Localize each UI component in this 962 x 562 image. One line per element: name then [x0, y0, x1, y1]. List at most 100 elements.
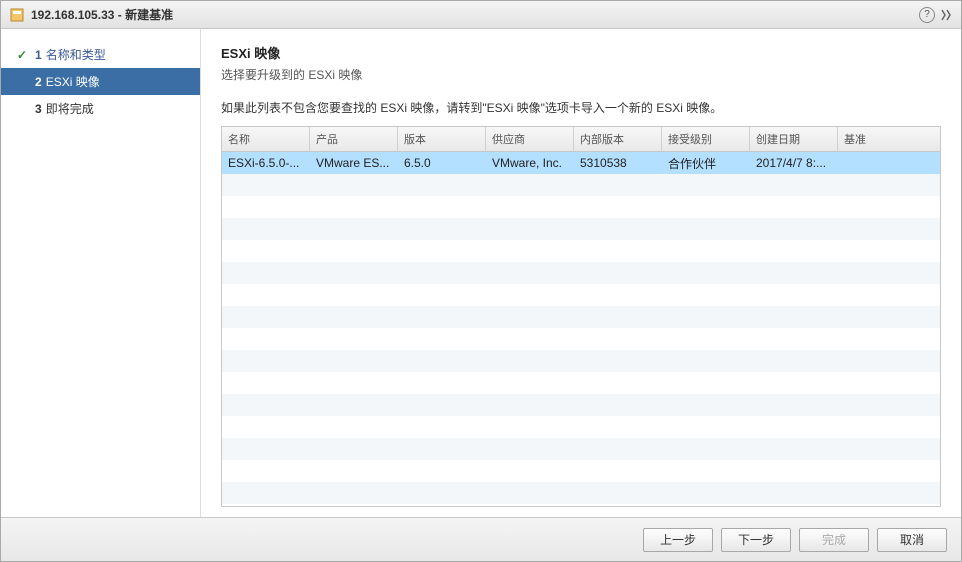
table-cell: [662, 424, 750, 430]
table-cell: 合作伙伴: [662, 152, 750, 175]
table-cell: [750, 226, 838, 232]
table-cell: [574, 204, 662, 210]
table-cell: [486, 336, 574, 342]
table-cell: [574, 380, 662, 386]
table-cell: [398, 424, 486, 430]
table-cell: [750, 336, 838, 342]
table-cell: [838, 226, 940, 232]
col-name[interactable]: 名称: [222, 127, 310, 151]
table-cell: [310, 402, 398, 408]
table-cell: [398, 336, 486, 342]
expand-icon[interactable]: [939, 8, 953, 22]
col-version[interactable]: 版本: [398, 127, 486, 151]
help-icon[interactable]: ?: [919, 7, 935, 23]
table-cell: [310, 380, 398, 386]
table-cell: [750, 270, 838, 276]
table-cell: [750, 402, 838, 408]
table-row[interactable]: [222, 438, 940, 460]
window-title: 192.168.105.33 - 新建基准: [31, 6, 919, 23]
table-cell: [574, 336, 662, 342]
table-row[interactable]: [222, 504, 940, 506]
col-baseline[interactable]: 基准: [838, 127, 940, 151]
table-row[interactable]: [222, 306, 940, 328]
table-cell: [222, 336, 310, 342]
table-cell: [486, 446, 574, 452]
table-cell: [310, 314, 398, 320]
section-subheading: 选择要升级到的 ESXi 映像: [221, 66, 941, 83]
table-cell: [574, 490, 662, 496]
table-cell: [838, 336, 940, 342]
col-product[interactable]: 产品: [310, 127, 398, 151]
table-cell: [486, 490, 574, 496]
table-cell: [574, 292, 662, 298]
wizard-step-name-type[interactable]: ✓ 1 名称和类型: [1, 41, 200, 68]
table-cell: [486, 380, 574, 386]
table-row[interactable]: [222, 262, 940, 284]
table-cell: [222, 424, 310, 430]
table-cell: [398, 182, 486, 188]
table-row[interactable]: [222, 372, 940, 394]
table-cell: [222, 204, 310, 210]
table-cell: [662, 270, 750, 276]
table-row[interactable]: [222, 416, 940, 438]
col-build[interactable]: 内部版本: [574, 127, 662, 151]
table-cell: [486, 226, 574, 232]
table-cell: ESXi-6.5.0-...: [222, 153, 310, 173]
table-cell: [486, 204, 574, 210]
table-cell: [750, 424, 838, 430]
col-acceptance[interactable]: 接受级别: [662, 127, 750, 151]
table-cell: [838, 204, 940, 210]
table-row[interactable]: [222, 174, 940, 196]
table-cell: [398, 490, 486, 496]
col-vendor[interactable]: 供应商: [486, 127, 574, 151]
table-cell: [662, 248, 750, 254]
table-cell: [838, 314, 940, 320]
table-cell: [838, 270, 940, 276]
table-cell: [398, 314, 486, 320]
table-row[interactable]: [222, 284, 940, 306]
table-cell: [310, 446, 398, 452]
table-row[interactable]: [222, 218, 940, 240]
step-number: 2: [35, 75, 42, 89]
table-cell: [486, 314, 574, 320]
table-row[interactable]: ESXi-6.5.0-...VMware ES...6.5.0VMware, I…: [222, 152, 940, 174]
table-cell: [574, 226, 662, 232]
table-cell: [310, 490, 398, 496]
table-cell: [222, 314, 310, 320]
next-button[interactable]: 下一步: [721, 528, 791, 552]
table-cell: [838, 446, 940, 452]
table-row[interactable]: [222, 394, 940, 416]
step-label: 即将完成: [46, 100, 94, 117]
finish-button[interactable]: 完成: [799, 528, 869, 552]
table-row[interactable]: [222, 460, 940, 482]
table-cell: [838, 402, 940, 408]
table-row[interactable]: [222, 350, 940, 372]
table-body[interactable]: ESXi-6.5.0-...VMware ES...6.5.0VMware, I…: [222, 152, 940, 506]
table-cell: [750, 292, 838, 298]
table-cell: [222, 226, 310, 232]
table-cell: [310, 424, 398, 430]
table-row[interactable]: [222, 240, 940, 262]
back-button[interactable]: 上一步: [643, 528, 713, 552]
table-cell: [750, 468, 838, 474]
table-cell: [750, 490, 838, 496]
table-cell: [486, 182, 574, 188]
table-row[interactable]: [222, 328, 940, 350]
app-icon: [9, 7, 25, 23]
table-cell: VMware ES...: [310, 153, 398, 173]
dialog-body: ✓ 1 名称和类型 ✓ 2 ESXi 映像 ✓ 3 即将完成 ESXi 映像 选…: [1, 29, 961, 517]
cancel-button[interactable]: 取消: [877, 528, 947, 552]
table-row[interactable]: [222, 196, 940, 218]
table-cell: [662, 490, 750, 496]
table-cell: [486, 292, 574, 298]
table-cell: [398, 358, 486, 364]
table-cell: [838, 358, 940, 364]
wizard-step-esxi-image[interactable]: ✓ 2 ESXi 映像: [1, 68, 200, 95]
table-cell: [662, 314, 750, 320]
table-cell: [662, 468, 750, 474]
table-row[interactable]: [222, 482, 940, 504]
col-created[interactable]: 创建日期: [750, 127, 838, 151]
wizard-step-ready[interactable]: ✓ 3 即将完成: [1, 95, 200, 122]
table-cell: [222, 248, 310, 254]
section-heading: ESXi 映像: [221, 43, 941, 62]
